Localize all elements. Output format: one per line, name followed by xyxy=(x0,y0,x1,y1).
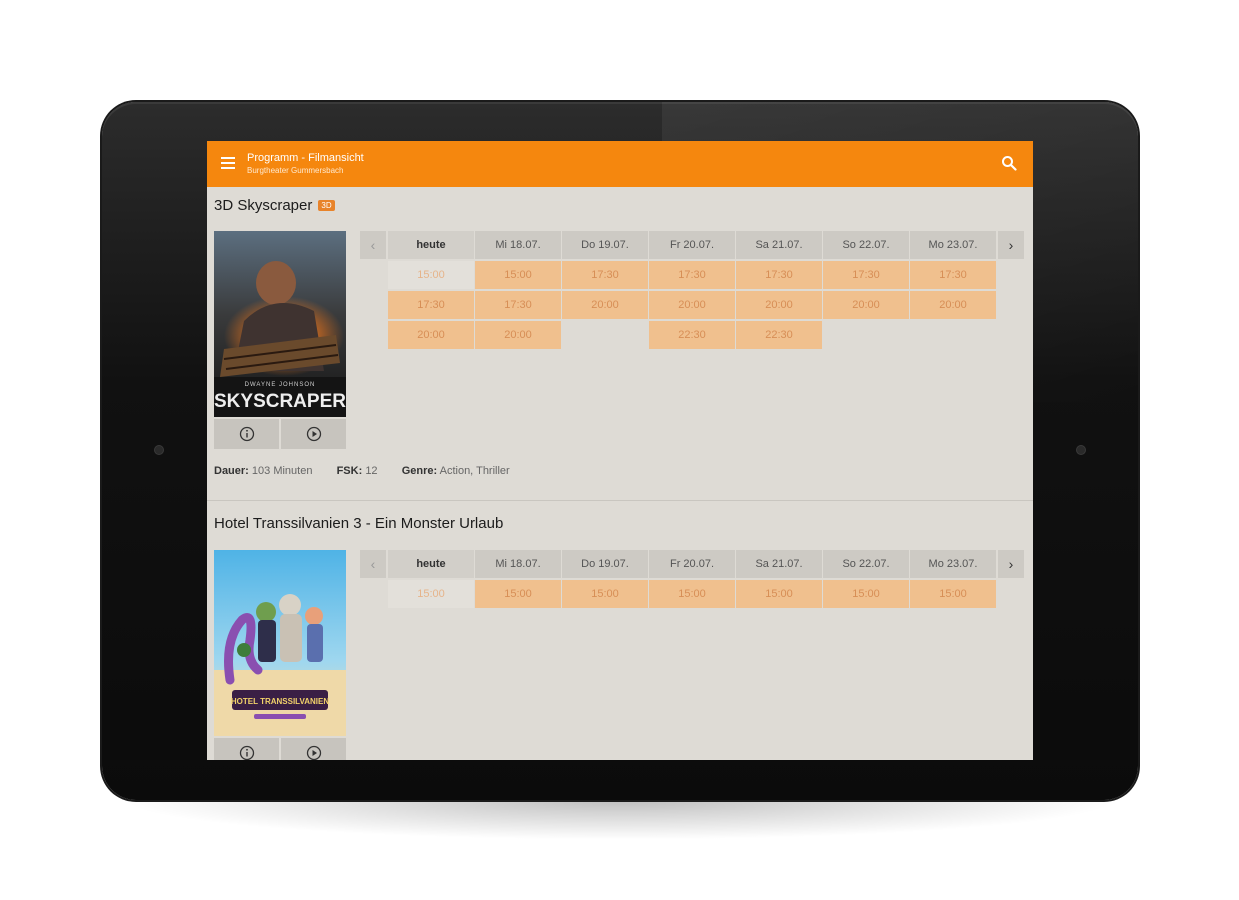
trailer-button[interactable] xyxy=(281,419,346,449)
poster-image: HOTEL TRANSSILVANIEN xyxy=(214,550,346,736)
showtime-slot[interactable]: 15:00 xyxy=(736,580,822,608)
info-icon xyxy=(239,745,254,760)
poster-image: DWAYNE JOHNSON SKYSCRAPER xyxy=(214,231,346,417)
showtime-slot[interactable]: 22:30 xyxy=(736,321,822,349)
info-button[interactable] xyxy=(214,738,279,760)
showtime-slot[interactable]: 17:30 xyxy=(562,261,648,289)
trailer-button[interactable] xyxy=(281,738,346,760)
play-icon xyxy=(306,745,321,760)
poster-tagline: DWAYNE JOHNSON xyxy=(245,382,316,388)
chevron-right-icon[interactable]: › xyxy=(998,231,1024,259)
chevron-right-icon[interactable]: › xyxy=(998,550,1024,578)
day-header: Mi 18.07. xyxy=(475,231,561,259)
showtime-slot[interactable]: 20:00 xyxy=(388,321,474,349)
day-header: Mo 23.07. xyxy=(910,550,996,578)
day-header: Sa 21.07. xyxy=(736,550,822,578)
movie-title[interactable]: 3D Skyscraper 3D xyxy=(214,197,335,214)
showtime-slot[interactable]: 20:00 xyxy=(736,291,822,319)
day-header: Fr 20.07. xyxy=(649,550,735,578)
showtime-slot[interactable]: 20:00 xyxy=(475,321,561,349)
movie-poster[interactable]: HOTEL TRANSSILVANIEN xyxy=(214,550,346,736)
genre-value: Action, Thriller xyxy=(439,465,510,477)
showtime-slot[interactable]: 15:00 xyxy=(823,580,909,608)
genre-label: Genre: xyxy=(401,465,438,477)
showtime-slot[interactable]: 17:30 xyxy=(388,291,474,319)
app-title: Programm - Filmansicht xyxy=(247,152,364,164)
menu-icon[interactable] xyxy=(221,157,235,169)
showtime-slot[interactable]: 17:30 xyxy=(649,261,735,289)
showtime-slot[interactable]: 15:00 xyxy=(562,580,648,608)
info-button[interactable] xyxy=(214,419,279,449)
showtime-slot[interactable]: 15:00 xyxy=(649,580,735,608)
chevron-left-icon[interactable]: ‹ xyxy=(360,231,386,259)
day-header: So 22.07. xyxy=(823,231,909,259)
showtime-slot[interactable]: 15:00 xyxy=(475,580,561,608)
movie-title[interactable]: Hotel Transsilvanien 3 - Ein Monster Url… xyxy=(214,515,503,532)
poster-name: SKYSCRAPER xyxy=(214,391,346,412)
showtime-slot: 15:00 xyxy=(388,261,474,289)
showtime-slot[interactable]: 20:00 xyxy=(649,291,735,319)
day-header: Do 19.07. xyxy=(562,550,648,578)
movie-meta: Dauer: 103 Minuten FSK: 12 Genre: Action… xyxy=(214,465,510,477)
app-subtitle: Burgtheater Gummersbach xyxy=(247,166,344,175)
showtime-slot[interactable]: 15:00 xyxy=(475,261,561,289)
poster-actions xyxy=(214,738,346,760)
app-bar: Programm - Filmansicht Burgtheater Gumme… xyxy=(207,141,1033,187)
showtime-slot[interactable]: 20:00 xyxy=(910,291,996,319)
day-header: heute xyxy=(388,550,474,578)
day-header: Mi 18.07. xyxy=(475,550,561,578)
duration-label: Dauer: xyxy=(214,465,249,477)
showtime-slot: 15:00 xyxy=(388,580,474,608)
day-header: Mo 23.07. xyxy=(910,231,996,259)
camera-dot-left xyxy=(155,446,163,454)
showtime-slot[interactable]: 20:00 xyxy=(823,291,909,319)
day-header: Fr 20.07. xyxy=(649,231,735,259)
badge-3d: 3D xyxy=(318,199,335,211)
play-icon xyxy=(306,426,321,442)
poster-actions xyxy=(214,419,346,449)
movie-title-text: 3D Skyscraper xyxy=(214,197,313,214)
showtime-slot[interactable]: 17:30 xyxy=(475,291,561,319)
program-list: 3D Skyscraper 3D DWAYNE JOHNSON SKYSCRAP… xyxy=(207,187,1033,760)
fsk-value: 12 xyxy=(365,465,378,477)
movie-poster[interactable]: DWAYNE JOHNSON SKYSCRAPER xyxy=(214,231,346,417)
duration-value: 103 Minuten xyxy=(251,465,313,477)
day-header: Do 19.07. xyxy=(562,231,648,259)
day-header: So 22.07. xyxy=(823,550,909,578)
showtime-slot[interactable]: 17:30 xyxy=(823,261,909,289)
app-screen: Programm - Filmansicht Burgtheater Gumme… xyxy=(207,141,1033,760)
fsk-label: FSK: xyxy=(336,465,363,477)
showtime-slot[interactable]: 15:00 xyxy=(910,580,996,608)
showtime-slot[interactable]: 17:30 xyxy=(736,261,822,289)
search-icon[interactable] xyxy=(1001,155,1017,171)
showtime-slot[interactable]: 20:00 xyxy=(562,291,648,319)
camera-dot-right xyxy=(1077,446,1085,454)
info-icon xyxy=(239,426,254,442)
day-header: Sa 21.07. xyxy=(736,231,822,259)
showtime-slot[interactable]: 17:30 xyxy=(910,261,996,289)
section-divider xyxy=(207,500,1033,501)
poster-name: HOTEL TRANSSILVANIEN xyxy=(231,697,329,706)
day-header: heute xyxy=(388,231,474,259)
showtime-slot[interactable]: 22:30 xyxy=(649,321,735,349)
chevron-left-icon[interactable]: ‹ xyxy=(360,550,386,578)
